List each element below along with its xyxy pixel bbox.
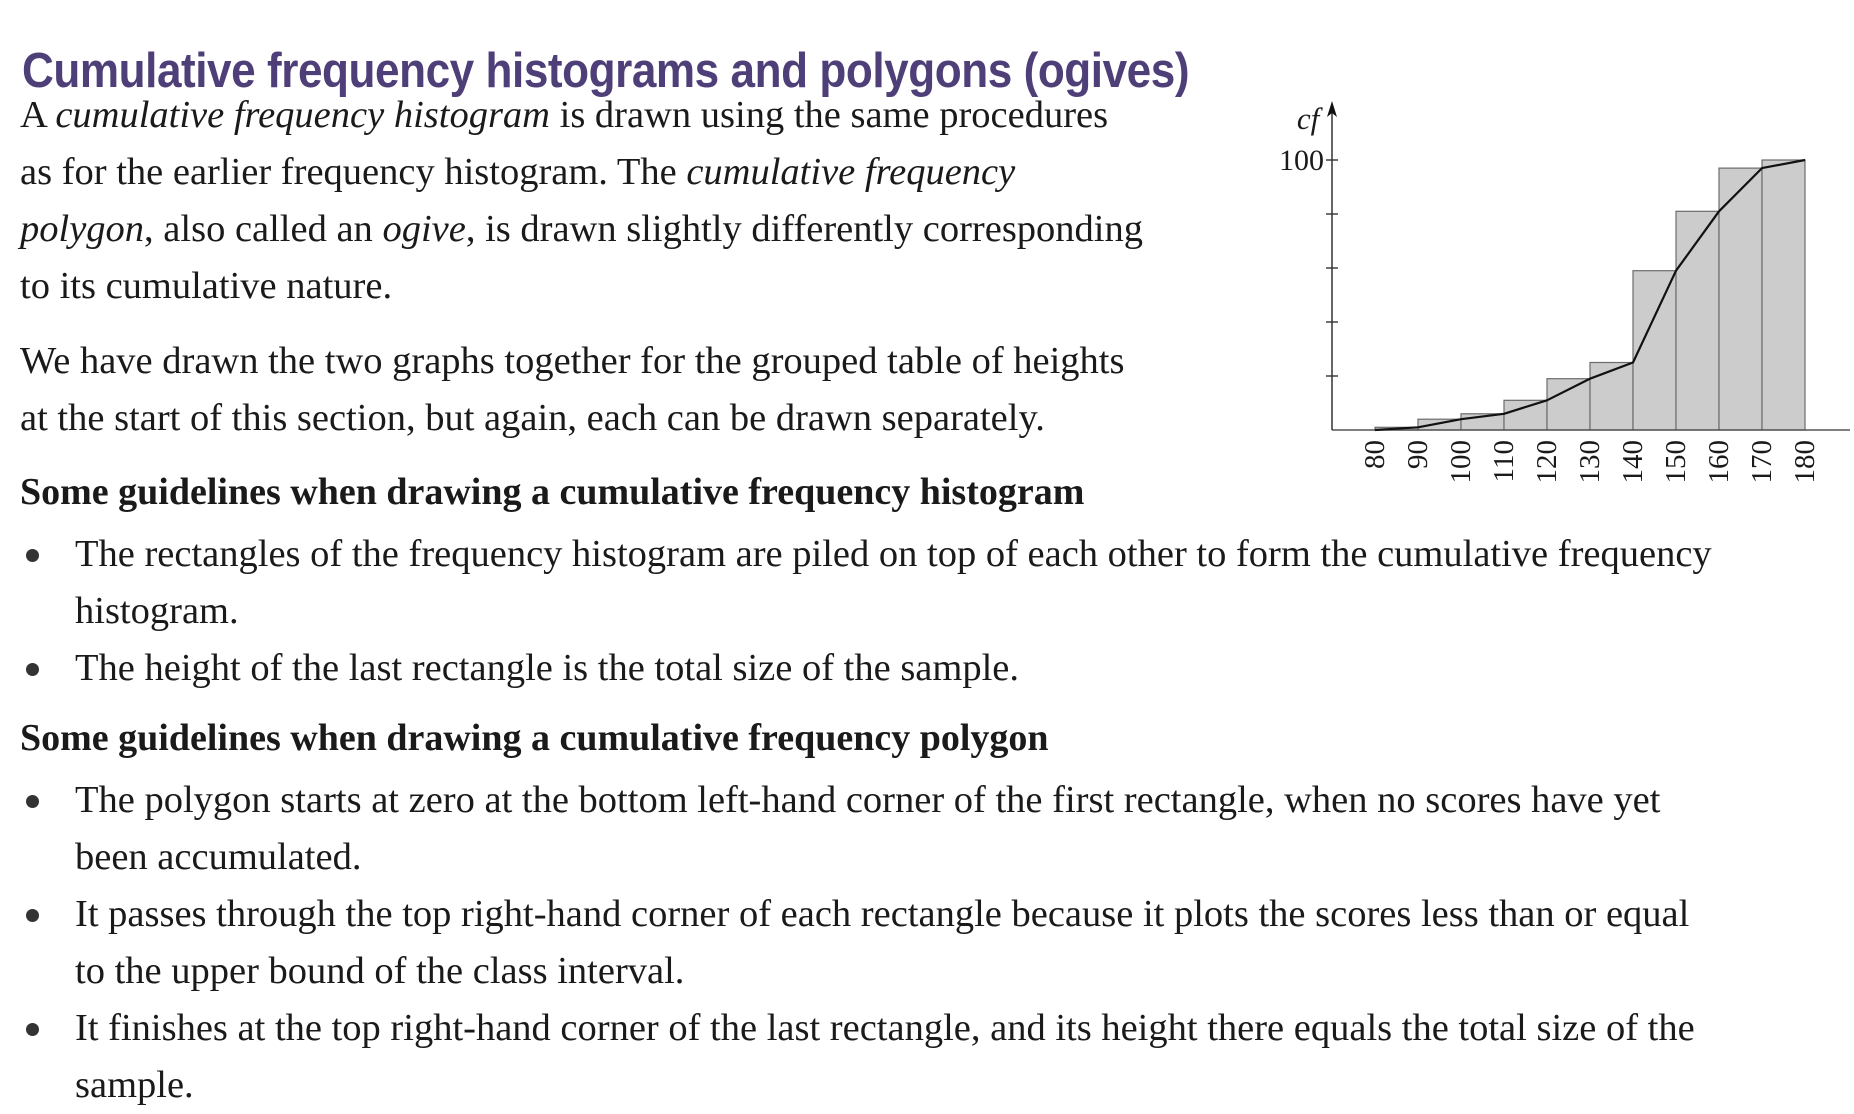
histogram-bar (1761, 159, 1806, 431)
list-item: The rectangles of the frequency histogra… (20, 526, 1850, 640)
list-item-text: It finishes at the top right-hand corner… (75, 1007, 1695, 1049)
list-item-text: The rectangles of the frequency histogra… (75, 533, 1712, 575)
term-polygon: polygon (20, 208, 145, 250)
bullet-icon (26, 549, 39, 562)
list-item-text: It passes through the top right-hand cor… (75, 893, 1690, 935)
histogram-guidelines-list: The rectangles of the frequency histogra… (20, 526, 1850, 697)
histogram-guidelines-heading: Some guidelines when drawing a cumulativ… (20, 471, 1085, 513)
x-tick-label: 150 (1660, 440, 1692, 484)
bullet-icon (26, 1023, 39, 1036)
polygon-guidelines-list: The polygon starts at zero at the bottom… (20, 772, 1850, 1114)
histogram-bar (1503, 399, 1548, 431)
list-item-text: to the upper bound of the class interval… (75, 950, 685, 992)
intro-text: is drawn using the same procedures (550, 94, 1109, 136)
list-item: It finishes at the top right-hand corner… (20, 1000, 1850, 1114)
x-tick-label: 160 (1703, 440, 1735, 484)
x-tick-label: 80 (1359, 440, 1391, 469)
intro-text: , is drawn slightly differently correspo… (465, 208, 1144, 250)
x-tick-label: 120 (1531, 440, 1563, 484)
intro-text: , also called an (144, 208, 383, 250)
y-axis-label: cf (1297, 101, 1324, 136)
list-item: It passes through the top right-hand cor… (20, 886, 1850, 1000)
histogram-bar (1589, 361, 1634, 431)
intro-text: A (20, 94, 56, 136)
y-tick-label: 100 (1279, 144, 1324, 177)
second-paragraph: We have drawn the two graphs together fo… (20, 333, 1260, 447)
term-ogive: ogive (382, 208, 466, 250)
x-tick-label: 170 (1746, 440, 1778, 484)
list-item-text: The height of the last rectangle is the … (75, 647, 1020, 689)
term-cumulative-frequency: cumulative frequency (686, 151, 1016, 193)
paragraph-line: We have drawn the two graphs together fo… (20, 340, 1125, 382)
histogram-bar (1546, 378, 1591, 431)
list-item-text: sample. (75, 1064, 194, 1106)
polygon-guidelines-heading: Some guidelines when drawing a cumulativ… (20, 717, 1049, 759)
term-cumulative-frequency-histogram: cumulative frequency histogram (55, 94, 550, 136)
bullet-icon (26, 663, 39, 676)
intro-line: as for the earlier frequency histogram. … (20, 144, 1260, 201)
list-item: The height of the last rectangle is the … (20, 640, 1850, 697)
x-tick-label: 100 (1445, 440, 1477, 484)
textbook-page: Cumulative frequency histograms and poly… (0, 0, 1854, 1114)
list-item-text: The polygon starts at zero at the bottom… (75, 779, 1661, 821)
intro-line: A cumulative frequency histogram is draw… (20, 87, 1260, 144)
list-item-text: histogram. (75, 590, 239, 632)
bullet-icon (26, 909, 39, 922)
intro-line: to its cumulative nature. (20, 265, 393, 307)
x-tick-label: 140 (1617, 440, 1649, 484)
intro-paragraph: A cumulative frequency histogram is draw… (20, 87, 1260, 315)
bullet-icon (26, 795, 39, 808)
list-item-text: been accumulated. (75, 836, 362, 878)
list-item: The polygon starts at zero at the bottom… (20, 772, 1850, 886)
cumulative-frequency-chart: cf 100 80 90 100 110 120 130 140 150 160 170 180 (1279, 101, 1850, 484)
x-tick-label: 130 (1574, 440, 1606, 484)
histogram-bar (1675, 210, 1720, 431)
intro-text: as for the earlier frequency histogram. … (20, 151, 687, 193)
x-tick-label: 110 (1488, 440, 1520, 482)
histogram-bars (1374, 159, 1806, 431)
histogram-bar (1718, 167, 1763, 431)
x-tick-label: 180 (1789, 440, 1821, 484)
x-tick-label: 90 (1402, 440, 1434, 469)
intro-line: polygon, also called an ogive, is drawn … (20, 201, 1260, 258)
paragraph-line: at the start of this section, but again,… (20, 397, 1045, 439)
